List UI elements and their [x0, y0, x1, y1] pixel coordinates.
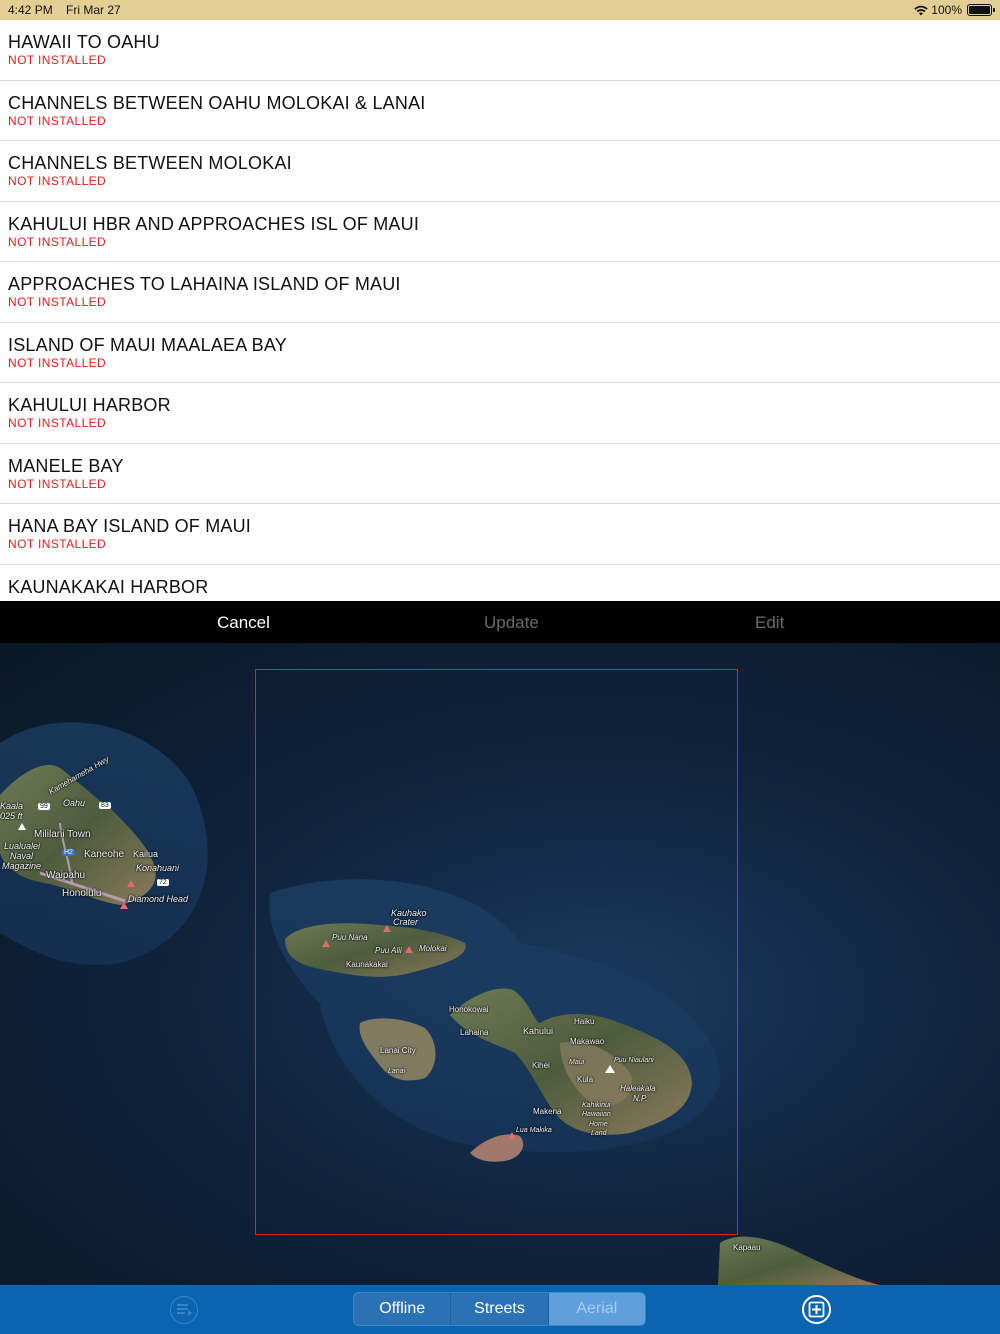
map-label-diamond-head: Diamond Head	[128, 894, 189, 904]
list-item[interactable]: CHANNELS BETWEEN MOLOKAI NOT INSTALLED	[0, 141, 1000, 202]
chart-status: NOT INSTALLED	[8, 355, 107, 370]
map-label-ft: 025 ft	[0, 811, 23, 821]
highway-shield-h2: H2	[62, 849, 75, 856]
chart-title: KAUNAKAKAI HARBOR	[8, 576, 209, 597]
status-right: 100%	[914, 3, 995, 17]
highway-shield-99: 99	[38, 803, 50, 810]
chart-status: NOT INSTALLED	[8, 113, 107, 128]
chart-title: HANA BAY ISLAND OF MAUI	[8, 516, 251, 536]
chart-status: NOT INSTALLED	[8, 537, 107, 551]
chart-title: CHANNELS BETWEEN MOLOKAI	[8, 153, 292, 173]
list-item[interactable]: KAHULUI HBR AND APPROACHES ISL OF MAUI N…	[0, 202, 1000, 262]
list-item[interactable]: APPROACHES TO LAHAINA ISLAND OF MAUI NOT…	[0, 262, 1000, 323]
edit-button[interactable]: Edit	[755, 613, 784, 633]
status-left: 4:42 PM Fri Mar 27	[8, 3, 131, 17]
battery-percent: 100%	[931, 3, 962, 17]
list-item[interactable]: ISLAND OF MAUI MAALAEA BAY NOT INSTALLED	[0, 323, 1000, 383]
segment-aerial[interactable]: Aerial	[548, 1293, 645, 1325]
chart-list[interactable]: HAWAII TO OAHU NOT INSTALLED CHANNELS BE…	[0, 20, 1000, 601]
aerial-map[interactable]: Oahu Kaala 025 ft Mililani Town Lualuale…	[0, 643, 1000, 1285]
highway-shield-72: 72	[157, 879, 169, 886]
list-item[interactable]: KAUNAKAKAI HARBOR	[0, 565, 1000, 602]
map-label-kaala: Kaala	[0, 801, 24, 811]
segment-offline[interactable]: Offline	[354, 1293, 452, 1325]
map-label-konahuani: Konahuani	[136, 863, 180, 873]
map-label-luualei: Lualualei	[4, 841, 41, 851]
chart-status: NOT INSTALLED	[8, 416, 107, 430]
map-label-oahu: Oahu	[63, 798, 86, 808]
list-item[interactable]: KAHULUI HARBOR NOT INSTALLED	[0, 383, 1000, 444]
chart-title: HAWAII TO OAHU	[8, 32, 160, 52]
list-item[interactable]: HAWAII TO OAHU NOT INSTALLED	[0, 20, 1000, 81]
list-item[interactable]: HANA BAY ISLAND OF MAUI NOT INSTALLED	[0, 504, 1000, 565]
map-label-kailua: Kailua	[133, 849, 159, 859]
chart-status: NOT INSTALLED	[8, 234, 107, 249]
bottom-bar: Offline Streets Aerial	[0, 1285, 1000, 1334]
map-label-magazine: Magazine	[2, 861, 42, 871]
highway-shield-83: 83	[99, 802, 111, 809]
chart-status: NOT INSTALLED	[8, 476, 107, 491]
chart-status: NOT INSTALLED	[8, 53, 107, 67]
list-item[interactable]: MANELE BAY NOT INSTALLED	[0, 444, 1000, 504]
map-label-naval: Naval	[10, 851, 34, 861]
map-type-selector[interactable]: Offline Streets Aerial	[353, 1292, 646, 1326]
menu-list-icon[interactable]	[170, 1296, 198, 1324]
chart-title: ISLAND OF MAUI MAALAEA BAY	[8, 334, 287, 355]
selected-chart-boundary[interactable]	[255, 669, 738, 1235]
chart-title: MANELE BAY	[8, 455, 124, 476]
chart-status: NOT INSTALLED	[8, 295, 107, 309]
status-date: Fri Mar 27	[66, 3, 121, 17]
map-label-mililani: Mililani Town	[34, 829, 91, 840]
battery-icon	[967, 4, 995, 16]
add-chart-icon[interactable]	[802, 1295, 831, 1324]
map-label-kapaau: Kapaau	[733, 1243, 761, 1252]
status-time: 4:42 PM	[8, 3, 53, 17]
wifi-icon	[914, 5, 928, 15]
action-bar: Cancel Update Edit	[0, 601, 1000, 643]
chart-status: NOT INSTALLED	[8, 174, 107, 188]
map-label-waipahu: Waipahu	[46, 870, 86, 881]
update-button[interactable]: Update	[484, 613, 539, 633]
chart-title: KAHULUI HBR AND APPROACHES ISL OF MAUI	[8, 213, 420, 234]
segment-streets[interactable]: Streets	[451, 1293, 549, 1325]
chart-title: KAHULUI HARBOR	[8, 395, 171, 415]
map-label-honolulu: Honolulu	[62, 888, 102, 899]
map-label-kaneohe: Kaneohe	[84, 849, 125, 860]
chart-title: APPROACHES TO LAHAINA ISLAND OF MAUI	[8, 274, 401, 294]
status-bar: 4:42 PM Fri Mar 27 100%	[0, 0, 1000, 20]
list-item[interactable]: CHANNELS BETWEEN OAHU MOLOKAI & LANAI NO…	[0, 81, 1000, 141]
cancel-button[interactable]: Cancel	[217, 613, 270, 633]
chart-title: CHANNELS BETWEEN OAHU MOLOKAI & LANAI	[8, 92, 426, 113]
